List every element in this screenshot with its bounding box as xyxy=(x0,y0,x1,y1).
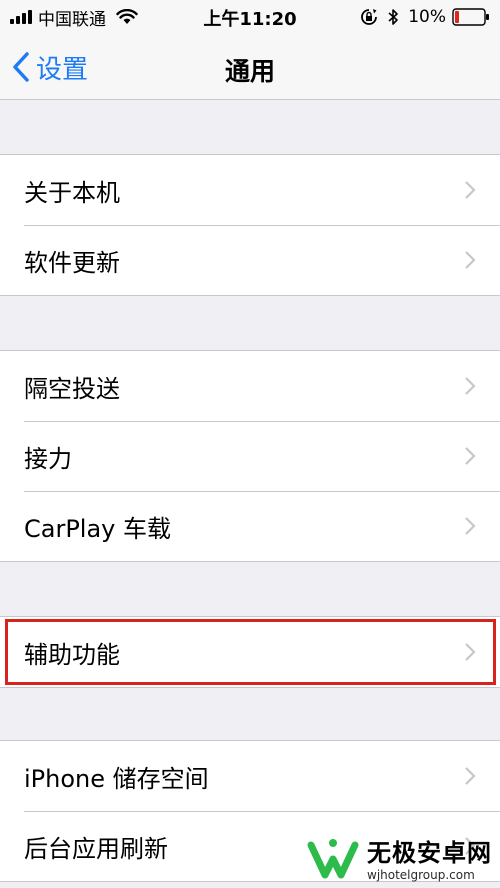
status-bar: 中国联通 上午11:20 10% xyxy=(0,0,500,34)
row-label: iPhone 储存空间 xyxy=(24,764,209,793)
row-airdrop[interactable]: 隔空投送 xyxy=(0,351,500,421)
row-about[interactable]: 关于本机 xyxy=(0,155,500,225)
row-label: 关于本机 xyxy=(24,178,120,207)
settings-group-about: 关于本机 软件更新 xyxy=(0,154,500,296)
page-title: 通用 xyxy=(224,57,275,86)
settings-group-accessibility: 辅助功能 xyxy=(0,616,500,688)
row-label: 隔空投送 xyxy=(24,374,120,403)
row-carplay[interactable]: CarPlay 车载 xyxy=(0,491,500,561)
watermark-logo-icon xyxy=(307,838,359,878)
watermark-url: wjhotelgroup.com xyxy=(367,868,475,882)
row-label: 接力 xyxy=(24,444,72,473)
navigation-bar: 设置 通用 xyxy=(0,34,500,100)
row-iphone-storage[interactable]: iPhone 储存空间 xyxy=(0,741,500,811)
status-right: 10% xyxy=(360,6,490,28)
row-accessibility[interactable]: 辅助功能 xyxy=(0,617,500,687)
chevron-right-icon xyxy=(465,643,476,661)
chevron-right-icon xyxy=(465,447,476,465)
watermark-text: 无极安卓网 wjhotelgroup.com xyxy=(367,833,492,882)
battery-percent: 10% xyxy=(408,7,446,27)
row-label: 后台应用刷新 xyxy=(24,834,168,863)
bluetooth-icon xyxy=(388,9,399,25)
row-label: 辅助功能 xyxy=(24,640,120,669)
watermark-title: 无极安卓网 xyxy=(367,839,492,867)
row-software-update[interactable]: 软件更新 xyxy=(0,225,500,295)
chevron-right-icon xyxy=(465,517,476,535)
chevron-right-icon xyxy=(465,767,476,785)
rotation-lock-icon xyxy=(361,9,378,25)
row-handoff[interactable]: 接力 xyxy=(0,421,500,491)
row-label: 软件更新 xyxy=(24,248,120,277)
row-label: CarPlay 车载 xyxy=(24,514,172,543)
settings-group-connectivity: 隔空投送 接力 CarPlay 车载 xyxy=(0,350,500,562)
watermark: 无极安卓网 wjhotelgroup.com xyxy=(305,833,492,882)
chevron-right-icon xyxy=(465,181,476,199)
chevron-right-icon xyxy=(465,377,476,395)
chevron-right-icon xyxy=(465,251,476,269)
battery-icon xyxy=(452,8,489,26)
